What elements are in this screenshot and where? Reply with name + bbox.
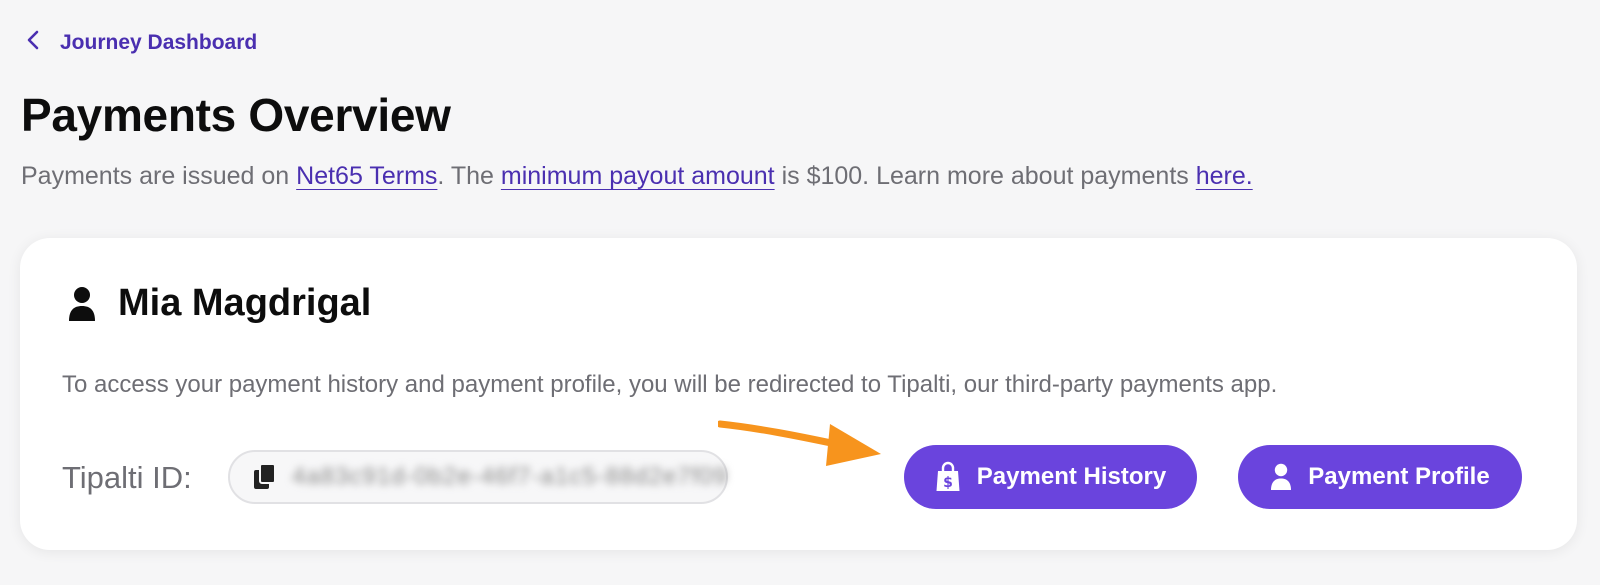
payment-profile-label: Payment Profile xyxy=(1308,463,1490,490)
payments-intro-text: Payments are issued on Net65 Terms. The … xyxy=(21,162,1253,191)
annotation-arrow xyxy=(718,420,881,466)
back-link-label: Journey Dashboard xyxy=(60,30,258,54)
intro-text-1: Payments are issued on xyxy=(21,162,297,190)
user-name: Mia Magdrigal xyxy=(118,282,372,324)
chevron-left-icon xyxy=(26,30,40,55)
tipalti-id-label: Tipalti ID: xyxy=(62,460,192,495)
page: Journey Dashboard Payments Overview Paym… xyxy=(0,0,1600,585)
shopping-bag-dollar-icon: $ xyxy=(935,461,961,493)
payment-account-card: Mia Magdrigal To access your payment his… xyxy=(20,238,1577,550)
page-title: Payments Overview xyxy=(21,89,451,141)
minimum-payout-link[interactable]: minimum payout amount xyxy=(501,162,775,190)
redirect-description: To access your payment history and payme… xyxy=(62,371,1278,398)
payment-history-button[interactable]: $ Payment History xyxy=(904,445,1197,509)
intro-text-2: . The xyxy=(437,162,501,190)
user-header: Mia Magdrigal xyxy=(68,282,371,325)
copy-icon[interactable] xyxy=(252,463,278,491)
person-icon xyxy=(68,286,96,322)
intro-text-3: is $100. Learn more about payments xyxy=(774,162,1196,190)
payment-profile-button[interactable]: Payment Profile xyxy=(1238,445,1522,509)
payment-history-label: Payment History xyxy=(976,463,1167,490)
back-link-journey-dashboard[interactable]: Journey Dashboard xyxy=(26,30,257,55)
person-icon xyxy=(1270,463,1292,491)
svg-text:$: $ xyxy=(943,475,953,491)
learn-more-here-link[interactable]: here. xyxy=(1196,162,1253,190)
tipalti-id-field[interactable]: 4a83c91d-0b2e-46f7-a1c5-88d2e7f09b3c xyxy=(228,450,728,504)
net65-terms-link[interactable]: Net65 Terms xyxy=(296,162,437,190)
tipalti-id-value: 4a83c91d-0b2e-46f7-a1c5-88d2e7f09b3c xyxy=(292,463,726,490)
